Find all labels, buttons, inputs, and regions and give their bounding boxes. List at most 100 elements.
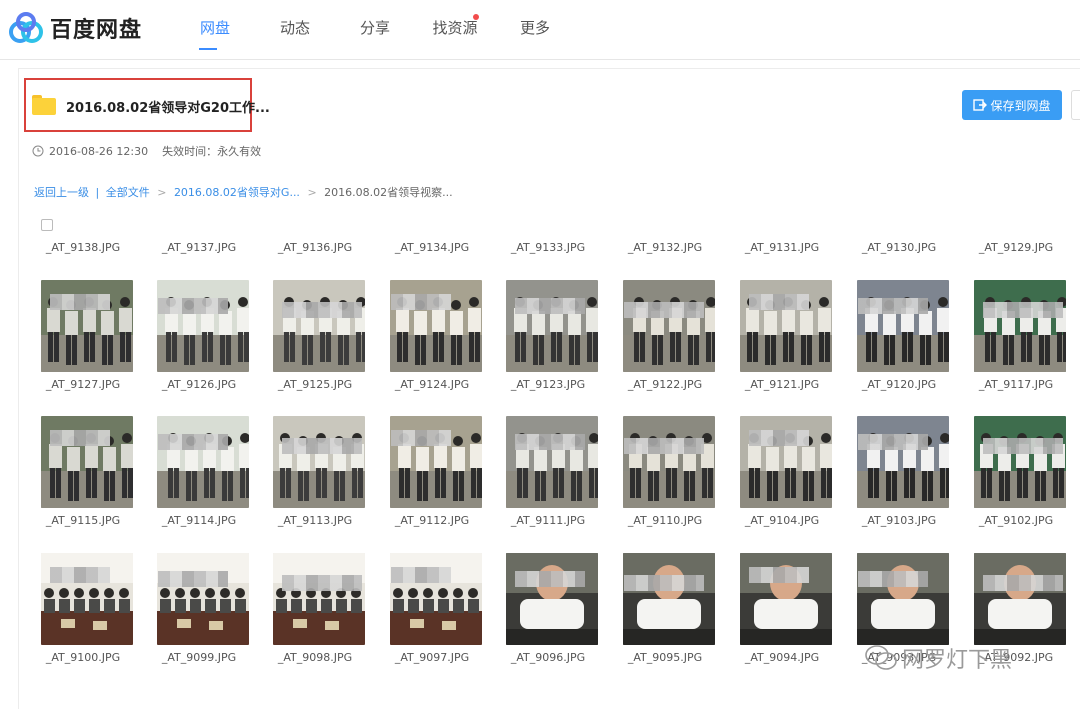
- image-thumbnail[interactable]: [157, 553, 249, 645]
- nav-item-label: 动态: [279, 19, 310, 37]
- save-icon: [973, 99, 988, 111]
- expire-time: 失效时间：永久有效: [162, 145, 262, 158]
- file-name[interactable]: _AT_9134.JPG: [377, 241, 487, 254]
- file-name[interactable]: _AT_9133.JPG: [493, 241, 603, 254]
- image-thumbnail[interactable]: [974, 280, 1066, 372]
- file-name[interactable]: _AT_9121.JPG: [727, 378, 837, 391]
- breadcrumb-back-link[interactable]: 返回上一级: [34, 186, 89, 199]
- nav-item-label: 网盘: [199, 19, 230, 37]
- file-name[interactable]: _AT_9125.JPG: [260, 378, 370, 391]
- image-thumbnail[interactable]: [623, 280, 715, 372]
- file-name[interactable]: _AT_9137.JPG: [144, 241, 254, 254]
- file-name[interactable]: _AT_9132.JPG: [610, 241, 720, 254]
- breadcrumb-divider: |: [95, 186, 100, 199]
- blur-mosaic: [858, 434, 928, 450]
- file-name[interactable]: _AT_9115.JPG: [28, 514, 138, 527]
- file-name[interactable]: _AT_9095.JPG: [610, 651, 720, 664]
- save-to-cloud-button[interactable]: 保存到网盘: [962, 90, 1062, 120]
- file-name[interactable]: _AT_9102.JPG: [961, 514, 1071, 527]
- file-name[interactable]: _AT_9130.JPG: [844, 241, 954, 254]
- breadcrumb-separator: >: [157, 186, 167, 199]
- file-name[interactable]: _AT_9127.JPG: [28, 378, 138, 391]
- folder-icon: [32, 95, 56, 115]
- blur-mosaic: [50, 567, 110, 583]
- nav-item-label: 分享: [359, 19, 390, 37]
- file-name[interactable]: _AT_9138.JPG: [28, 241, 138, 254]
- file-name[interactable]: _AT_9117.JPG: [961, 378, 1071, 391]
- image-thumbnail[interactable]: [273, 553, 365, 645]
- blur-mosaic: [50, 430, 110, 446]
- image-thumbnail[interactable]: [506, 280, 598, 372]
- file-name[interactable]: _AT_9098.JPG: [260, 651, 370, 664]
- image-thumbnail[interactable]: [857, 553, 949, 645]
- blur-mosaic: [983, 575, 1063, 591]
- breadcrumb-all-files-link[interactable]: 全部文件: [106, 186, 150, 199]
- image-thumbnail[interactable]: [623, 416, 715, 508]
- file-name[interactable]: _AT_9113.JPG: [260, 514, 370, 527]
- select-all-checkbox[interactable]: [41, 219, 53, 231]
- blur-mosaic: [515, 571, 585, 587]
- blur-mosaic: [391, 567, 451, 583]
- file-name[interactable]: _AT_9112.JPG: [377, 514, 487, 527]
- file-name[interactable]: _AT_9111.JPG: [493, 514, 603, 527]
- wechat-icon: [865, 645, 897, 670]
- image-thumbnail[interactable]: [974, 416, 1066, 508]
- file-name[interactable]: _AT_9131.JPG: [727, 241, 837, 254]
- image-thumbnail[interactable]: [506, 416, 598, 508]
- file-name[interactable]: _AT_9099.JPG: [144, 651, 254, 664]
- nav-item-3[interactable]: 找资源: [415, 0, 495, 60]
- image-thumbnail[interactable]: [157, 416, 249, 508]
- image-thumbnail[interactable]: [857, 280, 949, 372]
- blur-mosaic: [515, 434, 585, 450]
- file-name[interactable]: _AT_9126.JPG: [144, 378, 254, 391]
- blur-mosaic: [858, 571, 928, 587]
- save-button-label: 保存到网盘: [990, 98, 1051, 113]
- blur-mosaic: [391, 430, 451, 446]
- image-thumbnail[interactable]: [974, 553, 1066, 645]
- file-name[interactable]: _AT_9097.JPG: [377, 651, 487, 664]
- blur-mosaic: [749, 294, 809, 310]
- file-name[interactable]: _AT_9103.JPG: [844, 514, 954, 527]
- image-thumbnail[interactable]: [157, 280, 249, 372]
- logo-text: 百度网盘: [50, 18, 143, 43]
- file-name[interactable]: _AT_9129.JPG: [961, 241, 1071, 254]
- file-name[interactable]: _AT_9094.JPG: [727, 651, 837, 664]
- file-name[interactable]: _AT_9136.JPG: [260, 241, 370, 254]
- file-name[interactable]: _AT_9124.JPG: [377, 378, 487, 391]
- blur-mosaic: [858, 298, 928, 314]
- blur-mosaic: [50, 294, 110, 310]
- nav-item-0[interactable]: 网盘: [175, 0, 255, 60]
- nav-item-4[interactable]: 更多: [495, 0, 575, 60]
- top-bar: 百度网盘 网盘 动态 分享 找资源 更多: [0, 0, 1080, 60]
- watermark-text: 网罗灯下黑: [902, 648, 1013, 673]
- nav-item-1[interactable]: 动态: [255, 0, 335, 60]
- file-name[interactable]: _AT_9100.JPG: [28, 651, 138, 664]
- nav-item-2[interactable]: 分享: [335, 0, 415, 60]
- file-name[interactable]: _AT_9122.JPG: [610, 378, 720, 391]
- blur-mosaic: [282, 575, 362, 591]
- file-name[interactable]: _AT_9123.JPG: [493, 378, 603, 391]
- image-thumbnail[interactable]: [506, 553, 598, 645]
- file-name[interactable]: _AT_9114.JPG: [144, 514, 254, 527]
- image-thumbnail[interactable]: [273, 416, 365, 508]
- blur-mosaic: [624, 302, 704, 318]
- image-thumbnail[interactable]: [857, 416, 949, 508]
- blur-mosaic: [158, 298, 228, 314]
- clock-icon: [32, 145, 44, 157]
- breadcrumb-separator: >: [307, 186, 317, 199]
- folder-title: 2016.08.02省领导对G20工作...: [66, 101, 270, 116]
- watermark: 网罗灯下黑: [864, 642, 1012, 674]
- notification-dot: [473, 14, 479, 20]
- image-thumbnail[interactable]: [623, 553, 715, 645]
- file-name[interactable]: _AT_9120.JPG: [844, 378, 954, 391]
- blur-mosaic: [624, 438, 704, 454]
- more-button[interactable]: [1071, 90, 1080, 120]
- breadcrumb-parent-link[interactable]: 2016.08.02省领导对G...: [174, 186, 300, 199]
- file-name[interactable]: _AT_9110.JPG: [610, 514, 720, 527]
- blur-mosaic: [391, 294, 451, 310]
- logo[interactable]: 百度网盘: [8, 10, 142, 46]
- file-name[interactable]: _AT_9104.JPG: [727, 514, 837, 527]
- image-thumbnail[interactable]: [273, 280, 365, 372]
- blur-mosaic: [983, 438, 1063, 454]
- file-name[interactable]: _AT_9096.JPG: [493, 651, 603, 664]
